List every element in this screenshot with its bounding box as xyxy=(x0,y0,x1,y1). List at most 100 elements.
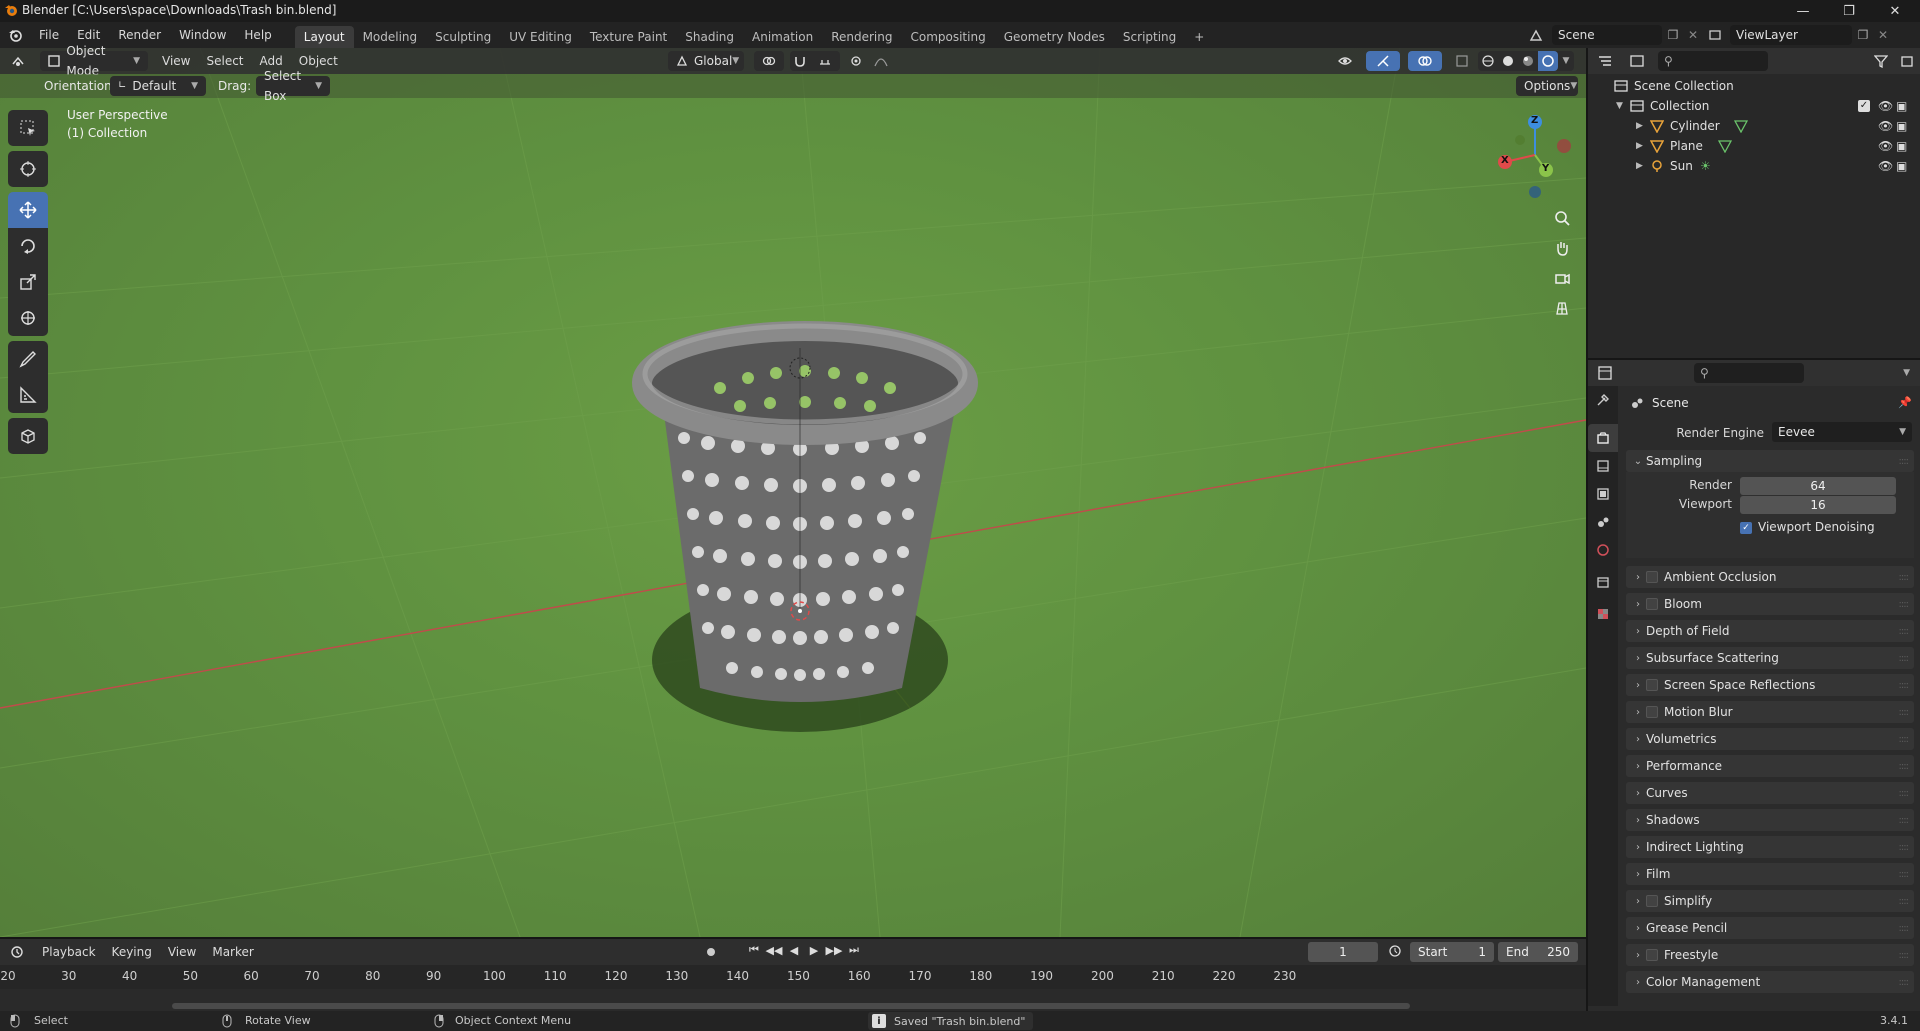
minimize-button[interactable]: — xyxy=(1780,0,1826,22)
material-shading-icon[interactable] xyxy=(1518,51,1538,71)
scene-field[interactable]: Scene xyxy=(1552,25,1662,45)
visibility-eye-icon[interactable]: 👁 xyxy=(1878,156,1893,176)
drag-handle-icon[interactable]: :::: xyxy=(1899,977,1910,988)
perspective-toggle-icon[interactable] xyxy=(1548,294,1576,322)
transform-orientation-dropdown[interactable]: Global ▼ xyxy=(668,51,744,71)
panel-volumetrics[interactable]: › Volumetrics:::: xyxy=(1626,728,1914,750)
outliner-row-scene-collection[interactable]: Scene Collection xyxy=(1588,76,1920,96)
panel-color-management[interactable]: › Color Management:::: xyxy=(1626,971,1914,993)
pin-icon[interactable]: 📌 xyxy=(1898,396,1912,409)
drag-handle-icon[interactable]: :::: xyxy=(1899,599,1910,610)
cursor-tool-icon[interactable] xyxy=(8,151,48,187)
select-box-tool-icon[interactable] xyxy=(8,110,48,146)
expand-icon[interactable]: ▶ xyxy=(1636,116,1643,136)
tab-layout[interactable]: Layout xyxy=(294,26,354,48)
exclude-checkbox-icon[interactable]: ✓ xyxy=(1858,100,1870,112)
jump-end-icon[interactable]: ⏭ xyxy=(844,943,864,957)
panel-simplify[interactable]: › Simplify:::: xyxy=(1626,890,1914,912)
sampling-render-field[interactable]: 64 xyxy=(1740,477,1896,495)
panel-sampling[interactable]: ⌄ Sampling :::: xyxy=(1626,450,1914,472)
close-button[interactable]: ✕ xyxy=(1872,0,1918,22)
shading-options-icon[interactable]: ▼ xyxy=(1558,51,1574,71)
panel-depth-of-field[interactable]: › Depth of Field:::: xyxy=(1626,620,1914,642)
render-camera-icon[interactable]: ▣ xyxy=(1896,96,1907,116)
panel-grease-pencil[interactable]: › Grease Pencil:::: xyxy=(1626,917,1914,939)
falloff-icon[interactable] xyxy=(868,51,894,71)
tab-texture-paint[interactable]: Texture Paint xyxy=(581,26,676,48)
visibility-eye-icon[interactable]: 👁 xyxy=(1878,136,1893,156)
scale-tool-icon[interactable] xyxy=(8,264,48,300)
tab-uv-editing[interactable]: UV Editing xyxy=(500,26,581,48)
new-view-layer-icon[interactable]: ❐ xyxy=(1852,25,1874,45)
filter-icon[interactable] xyxy=(1868,48,1894,74)
drag-handle-icon[interactable]: :::: xyxy=(1899,761,1910,772)
jump-start-icon[interactable]: ⏮ xyxy=(744,943,764,957)
panel-enable-checkbox[interactable] xyxy=(1646,679,1658,691)
menu-window[interactable]: Window xyxy=(170,22,235,48)
tab-sculpting[interactable]: Sculpting xyxy=(426,26,500,48)
drag-handle-icon[interactable]: :::: xyxy=(1899,896,1910,907)
properties-editor-icon[interactable] xyxy=(1588,360,1622,386)
snap-target-icon[interactable] xyxy=(810,51,840,71)
mode-dropdown[interactable]: Object Mode ▼ xyxy=(40,44,148,78)
render-tab-icon[interactable] xyxy=(1588,424,1618,452)
panel-enable-checkbox[interactable] xyxy=(1646,571,1658,583)
drag-handle-icon[interactable]: :::: xyxy=(1899,923,1910,934)
snap-icon[interactable] xyxy=(790,51,810,71)
panel-ambient-occlusion[interactable]: › Ambient Occlusion:::: xyxy=(1626,566,1914,588)
new-scene-icon[interactable]: ❐ xyxy=(1662,25,1684,45)
record-keyframe-icon[interactable] xyxy=(700,944,722,960)
panel-curves[interactable]: › Curves:::: xyxy=(1626,782,1914,804)
gizmo-toggle-icon[interactable] xyxy=(1366,51,1400,71)
drag-handle-icon[interactable]: :::: xyxy=(1899,950,1910,961)
render-camera-icon[interactable]: ▣ xyxy=(1896,136,1907,156)
drag-handle-icon[interactable]: :::: xyxy=(1899,734,1910,745)
panel-screen-space-reflections[interactable]: › Screen Space Reflections:::: xyxy=(1626,674,1914,696)
panel-subsurface-scattering[interactable]: › Subsurface Scattering:::: xyxy=(1626,647,1914,669)
view-layer-icon[interactable] xyxy=(1702,25,1728,45)
proportional-edit-icon[interactable] xyxy=(846,51,866,71)
output-tab-icon[interactable] xyxy=(1588,452,1618,480)
add-workspace-button[interactable]: + xyxy=(1185,26,1213,48)
panel-enable-checkbox[interactable] xyxy=(1646,706,1658,718)
delete-view-layer-icon[interactable]: ✕ xyxy=(1874,25,1892,45)
scene-icon[interactable] xyxy=(1524,25,1548,45)
play-icon[interactable]: ▶ xyxy=(804,944,824,957)
panel-enable-checkbox[interactable] xyxy=(1646,949,1658,961)
texture-tab-icon[interactable] xyxy=(1588,600,1618,628)
outliner-search-input[interactable]: ⚲ xyxy=(1658,51,1768,71)
pivot-point-icon[interactable] xyxy=(754,51,784,71)
menu-keying[interactable]: Keying xyxy=(104,940,160,964)
panel-bloom[interactable]: › Bloom:::: xyxy=(1626,593,1914,615)
timeline-editor-icon[interactable] xyxy=(0,939,34,965)
drag-dropdown[interactable]: Select Box ▼ xyxy=(256,69,330,103)
outliner-editor-icon[interactable] xyxy=(1588,48,1622,74)
panel-performance[interactable]: › Performance:::: xyxy=(1626,755,1914,777)
visibility-eye-icon[interactable]: 👁 xyxy=(1878,116,1893,136)
rendered-shading-icon[interactable] xyxy=(1538,51,1558,71)
prev-keyframe-icon[interactable]: ◀◀ xyxy=(764,944,784,957)
editor-type-icon[interactable] xyxy=(0,48,36,74)
menu-help[interactable]: Help xyxy=(235,22,280,48)
drag-handle-icon[interactable]: :::: xyxy=(1899,788,1910,799)
tab-geometry-nodes[interactable]: Geometry Nodes xyxy=(995,26,1114,48)
timeline-scrollbar[interactable] xyxy=(172,1003,1410,1009)
drag-handle-icon[interactable]: :::: xyxy=(1899,456,1910,467)
zoom-icon[interactable] xyxy=(1548,204,1576,232)
view-layer-field[interactable]: ViewLayer xyxy=(1730,25,1852,45)
visibility-eye-icon[interactable]: 👁 xyxy=(1878,96,1893,116)
view-layer-tab-icon[interactable] xyxy=(1588,480,1618,508)
display-mode-icon[interactable] xyxy=(1622,48,1652,74)
menu-view[interactable]: View xyxy=(154,49,198,73)
menu-select[interactable]: Select xyxy=(198,49,251,73)
expand-icon[interactable]: ▶ xyxy=(1636,156,1643,176)
drag-handle-icon[interactable]: :::: xyxy=(1899,869,1910,880)
orientation-dropdown[interactable]: ∟ Default ▼ xyxy=(110,76,206,96)
blender-menu-icon[interactable] xyxy=(0,22,30,48)
render-camera-icon[interactable]: ▣ xyxy=(1896,116,1907,136)
menu-marker[interactable]: Marker xyxy=(204,940,261,964)
solid-shading-icon[interactable] xyxy=(1498,51,1518,71)
tab-rendering[interactable]: Rendering xyxy=(822,26,901,48)
tab-scripting[interactable]: Scripting xyxy=(1114,26,1185,48)
xray-toggle-icon[interactable] xyxy=(1452,51,1472,71)
